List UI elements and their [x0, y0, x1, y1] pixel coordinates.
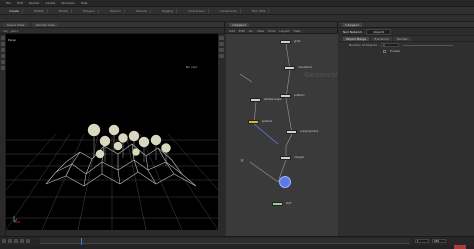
jump-end-icon[interactable] — [26, 239, 30, 243]
network-node-scatter1[interactable]: scatter1 — [280, 94, 305, 98]
ground-grid — [6, 133, 218, 230]
display-options-strip — [218, 34, 225, 236]
network-node-attribwrangle[interactable]: attribwrangle — [250, 98, 281, 102]
network-node-sphere-blue[interactable] — [279, 176, 291, 188]
network-canvas[interactable]: Geometry grid1 mountain1 scatter1 attribwra… — [226, 34, 338, 236]
alert-indicator[interactable] — [454, 245, 466, 249]
folder-tab-render[interactable]: Render — [394, 36, 411, 41]
tool-shelf — [0, 15, 474, 22]
network-node-label: grid1 — [294, 40, 301, 43]
handle-tool-icon[interactable] — [1, 60, 5, 64]
scattered-spheres — [87, 123, 171, 166]
network-node-sphere1[interactable]: sphere1 — [248, 120, 273, 124]
shelf-tab-modify[interactable]: Modify — [31, 8, 48, 13]
network-context-watermark: Geometry — [304, 71, 338, 79]
shelf-tab-deform[interactable]: Deform — [107, 8, 125, 13]
network-node-transform[interactable]: ⨯ — [240, 158, 248, 164]
parameter-header: Null Network object1 — [339, 28, 474, 36]
tab-parameters[interactable]: /obj/geo1 — [342, 22, 363, 27]
network-editor-pane: /obj/geo1 Add Edit Go View Tools Layout Help G… — [226, 22, 338, 236]
network-node-label: OUT — [286, 202, 292, 205]
shelf-tab-create[interactable]: Create — [6, 8, 23, 13]
select-tool-icon[interactable] — [1, 36, 5, 40]
shelf-tab-hair-utils[interactable]: Hair Utils — [249, 8, 270, 13]
shelf-tab-texture[interactable]: Texture — [133, 8, 151, 13]
network-menu-go[interactable]: Go — [249, 29, 253, 33]
path-obj[interactable]: obj — [3, 29, 8, 33]
parameter-row-enable: Enable — [339, 48, 474, 54]
display-icon[interactable] — [219, 36, 224, 40]
network-node-mountain1[interactable]: mountain1 — [284, 66, 312, 70]
shelf-tab-polygon[interactable]: Polygon — [80, 8, 99, 13]
network-node-out[interactable]: OUT — [272, 202, 292, 206]
rotate-tool-icon[interactable] — [1, 48, 5, 52]
jump-start-icon[interactable] — [2, 239, 6, 243]
menu-item-render[interactable]: Render — [29, 1, 40, 5]
network-node-label: merge1 — [294, 156, 305, 159]
network-menu-edit[interactable]: Edit — [239, 29, 245, 33]
shelf-tabs: Create Modify Model Polygon Deform Texture Rig… — [0, 7, 474, 15]
menu-item-file[interactable]: File — [6, 1, 11, 5]
frame-start-field[interactable]: 1 — [415, 239, 429, 243]
menu-item-help[interactable]: Help — [81, 1, 88, 5]
shelf-tab-constraints[interactable]: Constraints — [217, 8, 241, 13]
node-type-title: Null Network — [343, 29, 363, 34]
timeline-ruler[interactable] — [40, 238, 410, 245]
network-menu-help[interactable]: Help — [294, 29, 301, 33]
stop-icon[interactable] — [14, 239, 18, 243]
frame-end-field[interactable]: 240 — [432, 239, 446, 243]
viewport-scene — [6, 123, 218, 230]
network-node-label: sphere1 — [262, 120, 273, 123]
play-forward-icon[interactable] — [20, 239, 24, 243]
shelf-tab-characters[interactable]: Characters — [185, 8, 209, 13]
network-menu-tools[interactable]: Tools — [268, 29, 275, 33]
snapshot-icon[interactable] — [219, 54, 224, 58]
wireframe-icon[interactable] — [219, 48, 224, 52]
network-node-label: mountain1 — [298, 66, 313, 69]
number-of-objects-label: Number of Objects — [348, 43, 377, 47]
network-node-copytopoints1[interactable]: copytopoints1 — [286, 130, 318, 134]
timeline-bar: 1 240 — [0, 236, 474, 249]
node-name-field[interactable]: object1 — [366, 28, 392, 35]
current-frame-marker[interactable] — [81, 238, 82, 245]
enable-label: Enable — [390, 49, 401, 53]
tab-network[interactable]: /obj/geo1 — [229, 22, 250, 27]
playback-controls — [2, 239, 30, 243]
menu-item-windows[interactable]: Windows — [61, 1, 74, 5]
play-back-icon[interactable] — [8, 239, 12, 243]
network-node-label: copytopoints1 — [300, 130, 319, 133]
terrain-mesh — [45, 143, 197, 187]
3d-viewport[interactable] — [6, 34, 218, 230]
network-menu-view[interactable]: View — [257, 29, 264, 33]
menu-item-assets[interactable]: Assets — [46, 1, 56, 5]
network-node-merge1[interactable]: merge1 — [280, 156, 304, 160]
parameter-pane: /obj/geo1 Null Network object1 Object Me… — [339, 22, 474, 236]
path-geo1[interactable]: geo1 — [11, 29, 19, 33]
number-of-objects-slider[interactable] — [403, 44, 453, 46]
move-tool-icon[interactable] — [1, 42, 5, 46]
network-node-grid1[interactable]: grid1 — [280, 40, 301, 44]
menu-item-edit[interactable]: Edit — [17, 1, 23, 5]
scale-tool-icon[interactable] — [1, 54, 5, 58]
viewport-camera-label[interactable]: No cam — [186, 65, 197, 69]
shelf-tab-rigging[interactable]: Rigging — [159, 8, 178, 13]
view-tool-icon[interactable] — [1, 66, 5, 70]
network-node-label: scatter1 — [294, 94, 305, 97]
network-node-label: attribwrangle — [264, 98, 282, 101]
viewport-view-label[interactable]: Persp — [8, 38, 16, 42]
scene-view-pane: Scene View Render View obj geo1 Persp No… — [0, 22, 225, 245]
tab-scene-view[interactable]: Scene View — [3, 22, 29, 27]
tab-render-view[interactable]: Render View — [32, 22, 59, 27]
shelf-tab-model[interactable]: Model — [56, 8, 72, 13]
number-of-objects-field[interactable]: 1 — [381, 43, 399, 47]
network-menu-add[interactable]: Add — [229, 29, 235, 33]
lighting-icon[interactable] — [219, 42, 224, 46]
folder-tab-object-merge[interactable]: Object Merge — [343, 36, 370, 41]
enable-checkbox[interactable] — [383, 49, 386, 53]
folder-tab-transform[interactable]: Transform — [371, 36, 393, 41]
status-bar — [0, 245, 474, 249]
menu-bar: File Edit Render Assets Windows Help — [0, 0, 474, 7]
network-menu-layout[interactable]: Layout — [279, 29, 289, 33]
